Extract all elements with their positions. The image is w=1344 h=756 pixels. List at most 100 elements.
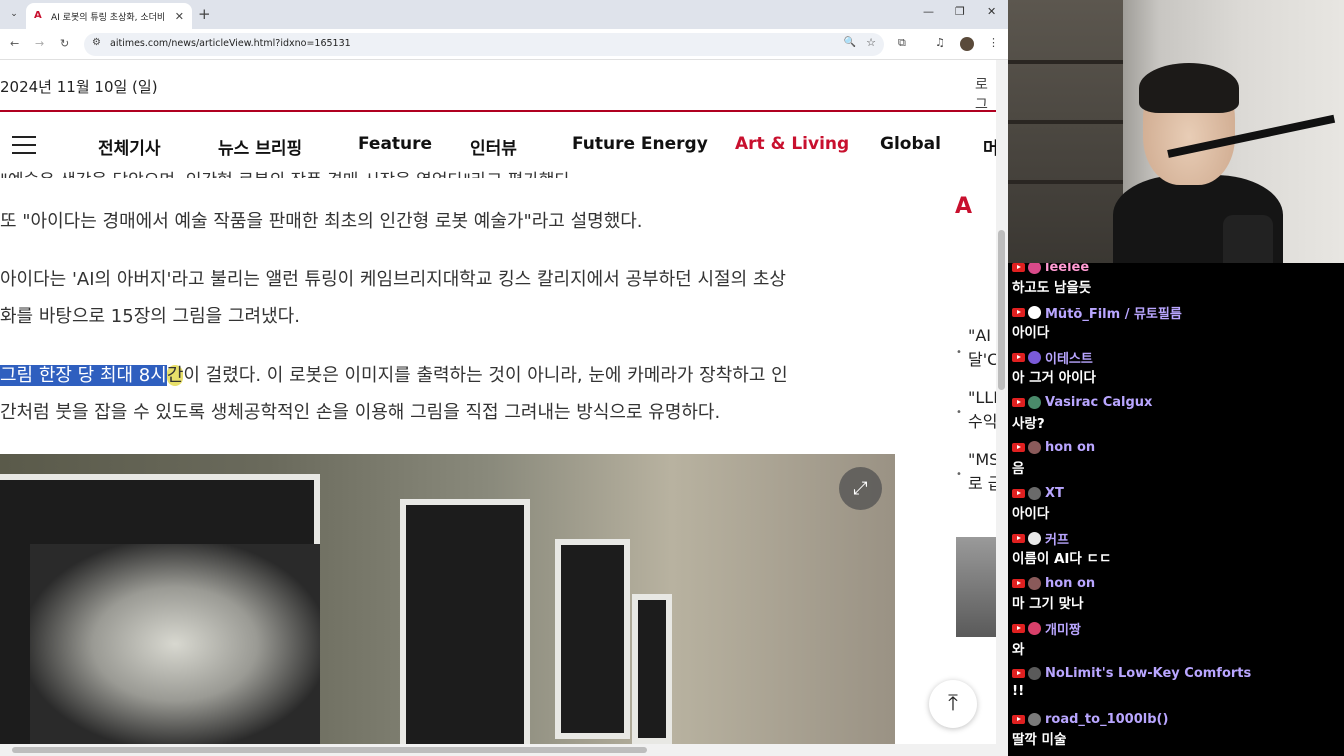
sidebar-item-2[interactable]: "LLI [968, 387, 996, 409]
paragraph-3-line-2: 간처럼 붓을 잡을 수 있도록 생체공학적인 손을 이용해 그림을 직접 그려내… [0, 402, 721, 423]
horizontal-scroll-thumb[interactable] [12, 747, 647, 753]
webcam-feed [1008, 0, 1344, 263]
avatar [1028, 576, 1041, 590]
paragraph-2-line-1: 아이다는 'AI의 아버지'라고 불리는 앨런 튜링이 케임브리지대학교 킹스 … [0, 269, 786, 290]
zoom-icon[interactable]: 🔍 [844, 37, 856, 48]
extensions-icon[interactable]: ⧉ [898, 36, 906, 50]
chat-text: 와 [1012, 641, 1025, 658]
youtube-icon [1012, 307, 1025, 317]
menu-kebab-icon[interactable]: ⋮ [988, 36, 999, 49]
youtube-icon [1012, 624, 1025, 634]
restore-icon[interactable]: ❐ [955, 5, 965, 18]
chat-message: Mūtō_Film / 뮤토필름아이다 [1012, 304, 1182, 341]
right-sidebar: A • "AI ' 달'C • "LLI 수익 • "MS 로 급 [950, 176, 996, 696]
chat-message: 커프 이름이 AI다 ㄷㄷ [1012, 530, 1111, 567]
chat-nickname: 개미짱 [1045, 623, 1081, 639]
chat-text: 이름이 AI다 ㄷㄷ [1012, 551, 1112, 568]
address-bar[interactable]: ⚙ aitimes.com/news/articleView.html?idxn… [84, 33, 884, 56]
avatar [1028, 263, 1041, 274]
youtube-icon [1012, 352, 1025, 362]
login-link[interactable]: 로그 [975, 74, 996, 114]
forward-icon[interactable]: → [35, 37, 44, 50]
photo-frame-4 [632, 594, 672, 744]
tab-search-icon[interactable]: ⌄ [6, 6, 22, 22]
close-window-icon[interactable]: ✕ [987, 5, 996, 18]
paragraph-3: 그림 한장 당 최대 8시간이 걸렸다. 이 로봇은 이미지를 출력하는 것이 … [0, 357, 900, 431]
profile-avatar[interactable] [960, 37, 974, 51]
sidebar-item-3[interactable]: "MS [968, 449, 996, 471]
sidebar-item-1[interactable]: "AI ' [968, 325, 996, 347]
nav-more[interactable]: 머 [983, 134, 996, 159]
chat-nickname: NoLimit's Low-Key Comforts [1045, 666, 1252, 682]
chat-text: 아이다 [1012, 325, 1050, 342]
horizontal-scrollbar[interactable] [0, 744, 1008, 756]
nav-future-energy[interactable]: Future Energy [572, 134, 708, 154]
browser-window: ⌄ A AI 로봇의 튜링 초상화, 소더비 ✕ + — ❐ ✕ ← → ↻ ⚙… [0, 0, 1008, 756]
youtube-icon [1012, 488, 1025, 498]
reload-icon[interactable]: ↻ [60, 37, 69, 50]
avatar [1028, 667, 1041, 681]
scroll-to-top-icon[interactable]: ⤒ [929, 680, 977, 728]
chat-nickname: 이테스트 [1045, 351, 1093, 367]
sidebar-thumbnail[interactable] [956, 537, 996, 637]
paragraph-2: 아이다는 'AI의 아버지'라고 불리는 앨런 튜링이 케임브리지대학교 킹스 … [0, 261, 900, 335]
nav-news-briefing[interactable]: 뉴스 브리핑 [218, 134, 302, 159]
vertical-scroll-thumb[interactable] [998, 230, 1005, 390]
chat-nickname: leelee [1045, 263, 1090, 275]
cursor-highlight: 간 [166, 365, 184, 386]
chat-text: 마 그기 맞나 [1012, 596, 1084, 613]
photo-frame-2 [400, 499, 530, 744]
avatar [1028, 622, 1041, 636]
selected-text[interactable]: 그림 한장 당 최대 8시 [0, 365, 167, 386]
youtube-icon [1012, 443, 1025, 453]
avatar [1028, 486, 1041, 500]
tab-bar: ⌄ A AI 로봇의 튜링 초상화, 소더비 ✕ + — ❐ ✕ [0, 0, 1008, 29]
url-text: aitimes.com/news/articleView.html?idxno=… [110, 38, 351, 49]
paragraph-2-line-2: 화를 바탕으로 15장의 그림을 그려냈다. [0, 306, 300, 327]
web-page: 2024년 11월 10일 (일) 로그 전체기사 뉴스 브리핑 Feature… [0, 60, 996, 744]
avatar [1028, 305, 1041, 319]
sidebar-item-1-cont[interactable]: 달'C [968, 349, 996, 371]
youtube-icon [1012, 398, 1025, 408]
bullet-icon: • [956, 469, 962, 480]
aitimes-favicon-icon: A [34, 10, 42, 21]
chat-nickname: hon on [1045, 440, 1096, 456]
sidebar-item-3-cont[interactable]: 로 급 [968, 473, 996, 495]
tab-active[interactable]: A AI 로봇의 튜링 초상화, 소더비 ✕ [26, 3, 192, 29]
chat-text: 하고도 남을듯 [1012, 280, 1092, 296]
hamburger-menu-icon[interactable] [12, 136, 36, 154]
nav-global[interactable]: Global [880, 134, 941, 154]
minimize-icon[interactable]: — [923, 5, 934, 18]
paragraph-3-rest: 이 걸렸다. 이 로봇은 이미지를 출력하는 것이 아니라, 눈에 카메라가 장… [183, 365, 788, 386]
nav-interview[interactable]: 인터뷰 [470, 134, 517, 159]
chat-nickname: hon on [1045, 575, 1096, 591]
sidebar-item-2-cont[interactable]: 수익 [968, 411, 996, 433]
article-photo[interactable]: ⤢ [0, 454, 895, 744]
chat-text: 음 [1012, 460, 1025, 477]
aitimes-logo-icon: A [955, 194, 973, 219]
nav-feature[interactable]: Feature [358, 134, 432, 154]
chat-message: 개미짱와 [1012, 621, 1081, 658]
vertical-scrollbar[interactable] [996, 60, 1008, 744]
chat-message: hon on 마 그기 맞나 [1012, 575, 1095, 612]
avatar [1028, 441, 1041, 455]
expand-image-icon[interactable]: ⤢ [839, 467, 882, 510]
chat-message: XT 아이다 [1012, 485, 1064, 522]
nav-all-articles[interactable]: 전체기사 [98, 134, 161, 159]
back-icon[interactable]: ← [10, 37, 19, 50]
youtube-icon [1012, 578, 1025, 588]
nav-art-living[interactable]: Art & Living [735, 134, 849, 154]
photo-portrait [30, 544, 320, 744]
close-tab-icon[interactable]: ✕ [175, 10, 184, 23]
chat-nickname: Mūtō_Film / 뮤토필름 [1045, 306, 1182, 322]
chat-message: Vasirac Calgux 사랑? [1012, 395, 1152, 432]
chat-nickname: XT [1045, 485, 1064, 501]
new-tab-icon[interactable]: + [198, 5, 211, 23]
tab-title: AI 로봇의 튜링 초상화, 소더비 [51, 12, 166, 23]
avatar [1028, 712, 1041, 726]
media-control-icon[interactable]: ♫ [935, 36, 945, 49]
youtube-icon [1012, 714, 1025, 724]
chat-text: 사랑? [1012, 415, 1045, 432]
bookmark-star-icon[interactable]: ☆ [866, 36, 876, 49]
site-info-icon[interactable]: ⚙ [92, 37, 101, 48]
